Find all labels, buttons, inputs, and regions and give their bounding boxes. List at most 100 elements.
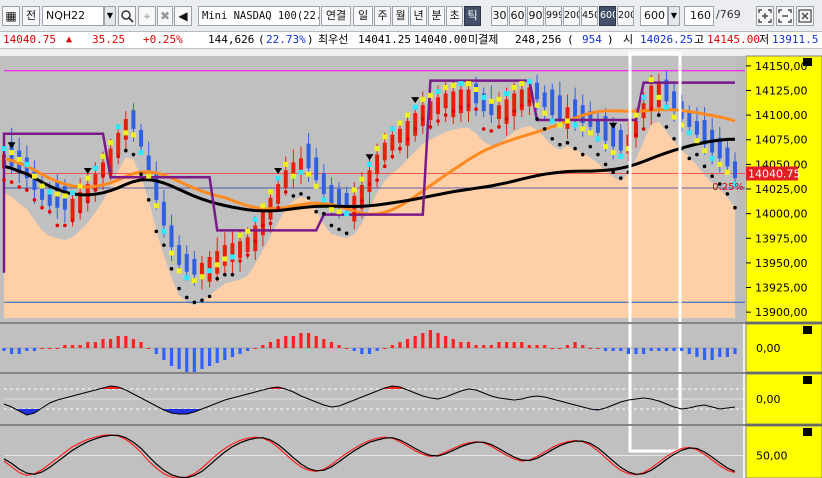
sar-dot	[580, 152, 585, 157]
sar-dot	[687, 156, 692, 161]
tick-preset-button[interactable]: 30	[491, 6, 508, 26]
signal-marker	[252, 217, 258, 223]
signal-marker	[275, 175, 281, 181]
volume-ratio: 22.73%	[266, 33, 306, 46]
sar-dot	[466, 103, 471, 108]
candle-body	[238, 241, 243, 258]
tick-dropdown-icon[interactable]: ▼	[668, 6, 680, 26]
sar-dot	[618, 176, 623, 180]
histogram-bar	[474, 345, 478, 348]
signal-marker	[283, 161, 289, 167]
sar-dot	[573, 146, 577, 151]
best-ask-label: 최우선	[318, 33, 349, 46]
tick-preset-button[interactable]: 600	[599, 6, 616, 26]
sar-dot	[245, 253, 250, 257]
histogram-bar	[573, 342, 577, 348]
open-interest-label: 미결제	[468, 33, 499, 46]
histogram-bar	[596, 348, 600, 349]
histogram-bar	[383, 348, 387, 349]
histogram-bar	[649, 348, 653, 351]
signal-marker	[199, 274, 205, 280]
grid-menu-icon[interactable]: ▦	[2, 6, 20, 26]
tick-preset-button[interactable]: 90	[527, 6, 544, 26]
histogram-bar	[192, 348, 196, 372]
candle-body	[352, 195, 357, 222]
symbol-dropdown-icon[interactable]: ▼	[104, 6, 116, 26]
period-tab[interactable]: 틱	[464, 6, 481, 26]
candle-body	[337, 189, 342, 206]
histogram-bar	[200, 348, 204, 369]
period-tab[interactable]: 년	[410, 6, 427, 26]
sar-dot	[512, 109, 516, 113]
tick-value-input[interactable]: 600	[640, 6, 668, 26]
sar-dot	[230, 272, 235, 277]
zoom-in-icon[interactable]	[756, 6, 774, 26]
histogram-bar	[40, 348, 44, 349]
clear-icon[interactable]: ✖	[157, 6, 173, 26]
candle-body	[565, 107, 570, 129]
panel-close-icon[interactable]	[803, 376, 812, 384]
chart-area[interactable]: 14150,00 14125,00 14100,00 14075,00 14050,00…	[0, 50, 822, 478]
candle-body	[169, 225, 174, 248]
candle-body	[329, 185, 334, 204]
speaker-icon[interactable]: ◀	[174, 6, 192, 26]
tick-preset-button[interactable]: 200	[563, 6, 580, 26]
histogram-bar	[337, 345, 341, 348]
histogram-bar	[131, 339, 136, 348]
period-tab[interactable]: 주	[374, 6, 391, 26]
sar-dot	[649, 107, 654, 111]
signal-marker	[572, 122, 578, 128]
sar-dot	[223, 272, 227, 277]
candle-body	[733, 161, 737, 179]
histogram-bar	[725, 348, 729, 357]
signal-marker	[633, 112, 639, 118]
signal-marker	[146, 173, 152, 179]
symbol-input[interactable]: NQH22	[42, 6, 104, 26]
signal-marker	[595, 136, 601, 142]
histogram-bar	[139, 342, 143, 348]
signal-marker	[328, 207, 334, 213]
zoom-out-icon[interactable]	[776, 6, 794, 26]
sar-dot	[124, 148, 128, 153]
y-tick-label: 14100,00	[755, 109, 808, 122]
up-arrow-icon: ▲	[66, 34, 73, 45]
histogram-bar	[664, 348, 669, 351]
sar-dot	[565, 140, 570, 145]
period-tab[interactable]: 일	[353, 6, 373, 26]
link-button[interactable]: 연결	[321, 6, 351, 26]
tick-preset-button[interactable]: 450	[581, 6, 598, 26]
histogram-bar	[657, 348, 661, 351]
signal-marker	[671, 114, 677, 120]
sar-dot	[207, 294, 212, 299]
histogram-bar	[109, 339, 113, 348]
period-tab[interactable]: 월	[392, 6, 409, 26]
sar-dot	[702, 164, 707, 169]
candle-body	[100, 162, 105, 177]
cursor-icon[interactable]: ⌖	[138, 6, 156, 26]
period-tab[interactable]: 분	[428, 6, 445, 26]
histogram-bar	[535, 345, 539, 348]
sar-dot	[436, 119, 440, 123]
search-icon[interactable]	[118, 6, 136, 26]
chart-canvas[interactable]: 14150,0014125,0014100,0014075,0014050,00…	[0, 50, 822, 478]
histogram-bar	[162, 348, 166, 360]
view-count-input[interactable]: 160	[684, 6, 714, 26]
candle-body	[192, 258, 197, 275]
signal-marker	[214, 262, 220, 268]
mode-button[interactable]: 전	[22, 6, 40, 26]
sar-dot	[306, 196, 311, 200]
sar-dot	[108, 172, 113, 177]
tick-preset-button[interactable]: 999	[545, 6, 562, 26]
signal-marker	[420, 96, 426, 102]
signal-marker	[504, 90, 510, 96]
panel-close-icon[interactable]	[803, 326, 812, 334]
signal-marker	[222, 256, 228, 262]
histogram-bar	[299, 333, 303, 348]
candle-body	[260, 211, 265, 236]
close-panel-icon[interactable]	[796, 6, 814, 26]
tick-preset-button[interactable]: 200	[617, 6, 634, 26]
panel-close-icon[interactable]	[803, 428, 812, 436]
tick-preset-button[interactable]: 60	[509, 6, 526, 26]
period-tab[interactable]: 초	[446, 6, 463, 26]
candle-body	[245, 237, 250, 253]
